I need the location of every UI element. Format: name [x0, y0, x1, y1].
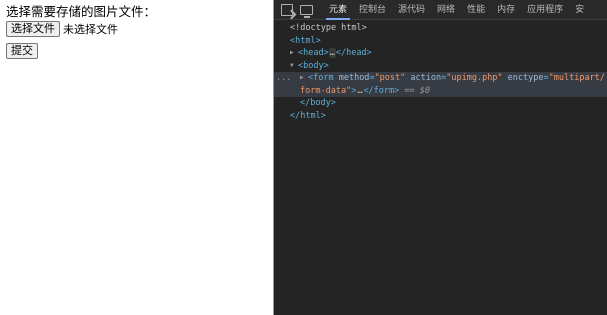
upload-prompt: 选择需要存储的图片文件：: [6, 4, 157, 19]
dom-tree: <!doctype html> <html> ▶ <head>…</head> ▼…: [274, 22, 607, 122]
tab-network[interactable]: 网络: [431, 0, 461, 20]
expand-triangle-icon[interactable]: ▶: [290, 47, 298, 60]
doctype-text: <!doctype html>: [290, 23, 367, 33]
tree-line-html-close[interactable]: </html>: [274, 110, 607, 123]
head-close-tag: </head>: [335, 48, 372, 58]
page-content: 选择需要存储的图片文件： 选择文件 未选择文件 提交: [0, 0, 274, 315]
form-attr-action-value: "upimg.php": [446, 73, 503, 83]
tree-line-head[interactable]: ▶ <head>…</head>: [274, 47, 607, 60]
html-close-tag: </html>: [290, 110, 326, 121]
tab-application[interactable]: 应用程序: [521, 0, 569, 20]
more-options-icon[interactable]: ...: [276, 72, 291, 85]
submit-button[interactable]: 提交: [6, 43, 38, 59]
tab-console[interactable]: 控制台: [353, 0, 392, 20]
tab-elements[interactable]: 元素: [323, 0, 353, 20]
tab-memory[interactable]: 内存: [491, 0, 521, 20]
form-attr-method-value: "post": [374, 73, 406, 83]
devtools-panel: 元素 控制台 源代码 网络 性能 内存 应用程序 安 <!doctype htm…: [274, 0, 607, 315]
body-open-tag: <body>: [298, 60, 329, 71]
form-attr-enctype-value-a: "multipart/: [548, 73, 605, 83]
tree-line-doctype[interactable]: <!doctype html>: [274, 22, 607, 35]
tree-line-html-open[interactable]: <html>: [274, 35, 607, 48]
expand-triangle-icon[interactable]: ▶: [300, 72, 308, 85]
choose-file-button[interactable]: 选择文件: [6, 21, 60, 37]
form-attr-enctype-value-b: form-data": [300, 85, 352, 96]
devtools-toolbar: 元素 控制台 源代码 网络 性能 内存 应用程序 安: [274, 0, 607, 20]
tree-line-body-close[interactable]: </body>: [274, 97, 607, 110]
form-attr-action-name: action: [410, 73, 442, 83]
inspect-element-icon[interactable]: [281, 3, 293, 16]
device-toolbar-icon[interactable]: [300, 4, 313, 18]
no-file-selected-label: 未选择文件: [63, 23, 118, 36]
head-ellipsis[interactable]: …: [328, 48, 336, 58]
submit-row: 提交: [6, 39, 268, 59]
tab-sources[interactable]: 源代码: [392, 0, 431, 20]
form-attr-method-name: method: [338, 73, 370, 83]
selected-node-marker: == $0: [404, 85, 430, 96]
tree-line-body-open[interactable]: ▼ <body>: [274, 60, 607, 73]
tree-line-form-selected[interactable]: ... ▶ <form method="post" action="upimg.p…: [274, 72, 607, 97]
form-attr-enctype-name: enctype: [507, 73, 544, 83]
collapse-triangle-icon[interactable]: ▼: [290, 60, 298, 73]
form-open-tag: <form: [308, 73, 334, 83]
tab-security[interactable]: 安: [569, 0, 590, 20]
head-open-tag: <head>: [298, 48, 329, 58]
devtools-tabs: 元素 控制台 源代码 网络 性能 内存 应用程序 安: [323, 0, 590, 20]
file-input-row: 选择文件 未选择文件: [6, 21, 268, 37]
form-close-tag: </form>: [363, 85, 400, 96]
tab-performance[interactable]: 性能: [461, 0, 491, 20]
html-open-tag: <html>: [290, 35, 321, 46]
body-close-tag: </body>: [300, 98, 336, 108]
